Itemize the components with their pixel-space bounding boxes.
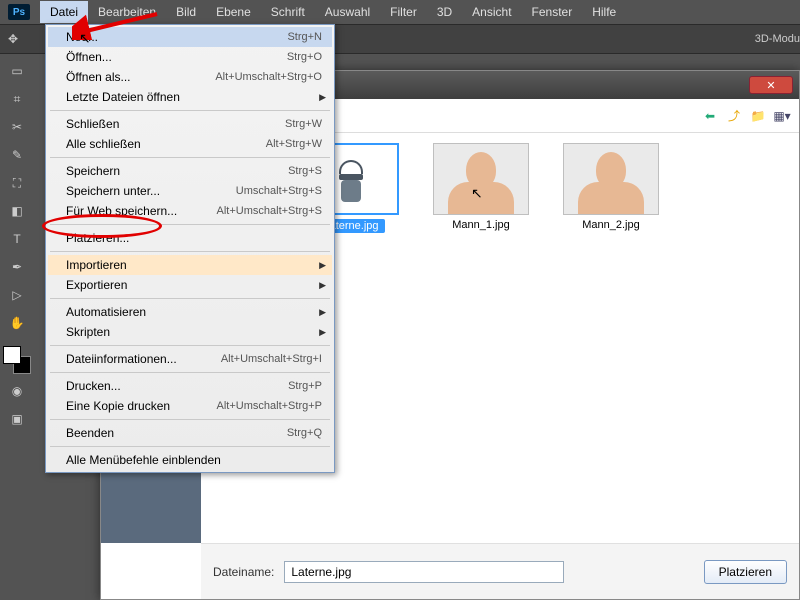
- menuitem-speichern[interactable]: SpeichernStrg+S: [48, 161, 332, 181]
- menuitem-ffnen[interactable]: Öffnen...Strg+O: [48, 47, 332, 67]
- hand-tool-icon[interactable]: ✋: [6, 312, 28, 334]
- menubar: Ps DateiBearbeitenBildEbeneSchriftAuswah…: [0, 0, 800, 24]
- pen-tool-icon[interactable]: ✒: [6, 256, 28, 278]
- app-logo: Ps: [8, 4, 30, 20]
- menu-filter[interactable]: Filter: [380, 1, 427, 23]
- menuitem-neu[interactable]: Neu...Strg+N: [48, 27, 332, 47]
- crop-tool-icon[interactable]: ✂: [6, 116, 28, 138]
- path-select-icon[interactable]: ▷: [6, 284, 28, 306]
- filename-label: Dateiname:: [213, 565, 274, 579]
- menuitem-schlieen[interactable]: SchließenStrg+W: [48, 114, 332, 134]
- folder-icon[interactable]: 📁: [749, 107, 767, 125]
- menuitem-platzieren[interactable]: Platzieren...: [48, 228, 332, 248]
- place-button[interactable]: Platzieren: [704, 560, 787, 584]
- lasso-tool-icon[interactable]: ⌗: [6, 88, 28, 110]
- move-tool-icon: ✥: [8, 32, 18, 46]
- menuitem-beenden[interactable]: BeendenStrg+Q: [48, 423, 332, 443]
- menu-auswahl[interactable]: Auswahl: [315, 1, 380, 23]
- menu-hilfe[interactable]: Hilfe: [582, 1, 626, 23]
- menuitem-allemenbefehleeinblenden[interactable]: Alle Menübefehle einblenden: [48, 450, 332, 470]
- menuitem-letztedateienffnen[interactable]: Letzte Dateien öffnen▶: [48, 87, 332, 107]
- color-swatches[interactable]: [3, 346, 31, 374]
- menuitem-skripten[interactable]: Skripten▶: [48, 322, 332, 342]
- menuitem-speichernunter[interactable]: Speichern unter...Umschalt+Strg+S: [48, 181, 332, 201]
- eraser-tool-icon[interactable]: ◧: [6, 200, 28, 222]
- menuitem-ffnenals[interactable]: Öffnen als...Alt+Umschalt+Strg+O: [48, 67, 332, 87]
- menuitem-exportieren[interactable]: Exportieren▶: [48, 275, 332, 295]
- foreground-swatch[interactable]: [3, 346, 21, 364]
- menu-bearbeiten[interactable]: Bearbeiten: [88, 1, 166, 23]
- back-icon[interactable]: ⬅: [701, 107, 719, 125]
- quickmask-icon[interactable]: ◉: [6, 380, 28, 402]
- filename-input[interactable]: [284, 561, 564, 583]
- dialog-bottom: Dateiname: Platzieren: [201, 543, 799, 599]
- menu-datei[interactable]: Datei: [40, 1, 88, 23]
- tools-panel: ▭ ⌗ ✂ ✎ ⛶ ◧ T ✒ ▷ ✋ ◉ ▣: [0, 54, 34, 430]
- thumb-caption: Mann_2.jpg: [582, 219, 640, 231]
- thumb-mann_1[interactable]: Mann_1.jpg: [431, 143, 531, 233]
- menuitem-frwebspeichern[interactable]: Für Web speichern...Alt+Umschalt+Strg+S: [48, 201, 332, 221]
- brush-tool-icon[interactable]: ✎: [6, 144, 28, 166]
- mode-label: 3D-Modu: [755, 33, 800, 45]
- menuitem-drucken[interactable]: Drucken...Strg+P: [48, 376, 332, 396]
- menuitem-importieren[interactable]: Importieren▶: [48, 255, 332, 275]
- menu-fenster[interactable]: Fenster: [522, 1, 583, 23]
- type-tool-icon[interactable]: T: [6, 228, 28, 250]
- menu-bild[interactable]: Bild: [166, 1, 206, 23]
- menu-3d[interactable]: 3D: [427, 1, 462, 23]
- menuitem-automatisieren[interactable]: Automatisieren▶: [48, 302, 332, 322]
- thumb-caption: Mann_1.jpg: [452, 219, 510, 231]
- up-icon[interactable]: ⤴: [725, 107, 743, 125]
- file-menu[interactable]: Neu...Strg+NÖffnen...Strg+OÖffnen als...…: [45, 24, 335, 473]
- close-button[interactable]: ✕: [749, 76, 793, 94]
- view-icon[interactable]: ▦▾: [773, 107, 791, 125]
- menuitem-dateiinformationen[interactable]: Dateiinformationen...Alt+Umschalt+Strg+I: [48, 349, 332, 369]
- menuitem-einekopiedrucken[interactable]: Eine Kopie druckenAlt+Umschalt+Strg+P: [48, 396, 332, 416]
- marquee-tool-icon[interactable]: ▭: [6, 60, 28, 82]
- menu-ansicht[interactable]: Ansicht: [462, 1, 521, 23]
- screenmode-icon[interactable]: ▣: [6, 408, 28, 430]
- thumb-mann_2[interactable]: Mann_2.jpg: [561, 143, 661, 233]
- stamp-tool-icon[interactable]: ⛶: [6, 172, 28, 194]
- menu-ebene[interactable]: Ebene: [206, 1, 261, 23]
- menu-schrift[interactable]: Schrift: [261, 1, 315, 23]
- menuitem-alleschlieen[interactable]: Alle schließenAlt+Strg+W: [48, 134, 332, 154]
